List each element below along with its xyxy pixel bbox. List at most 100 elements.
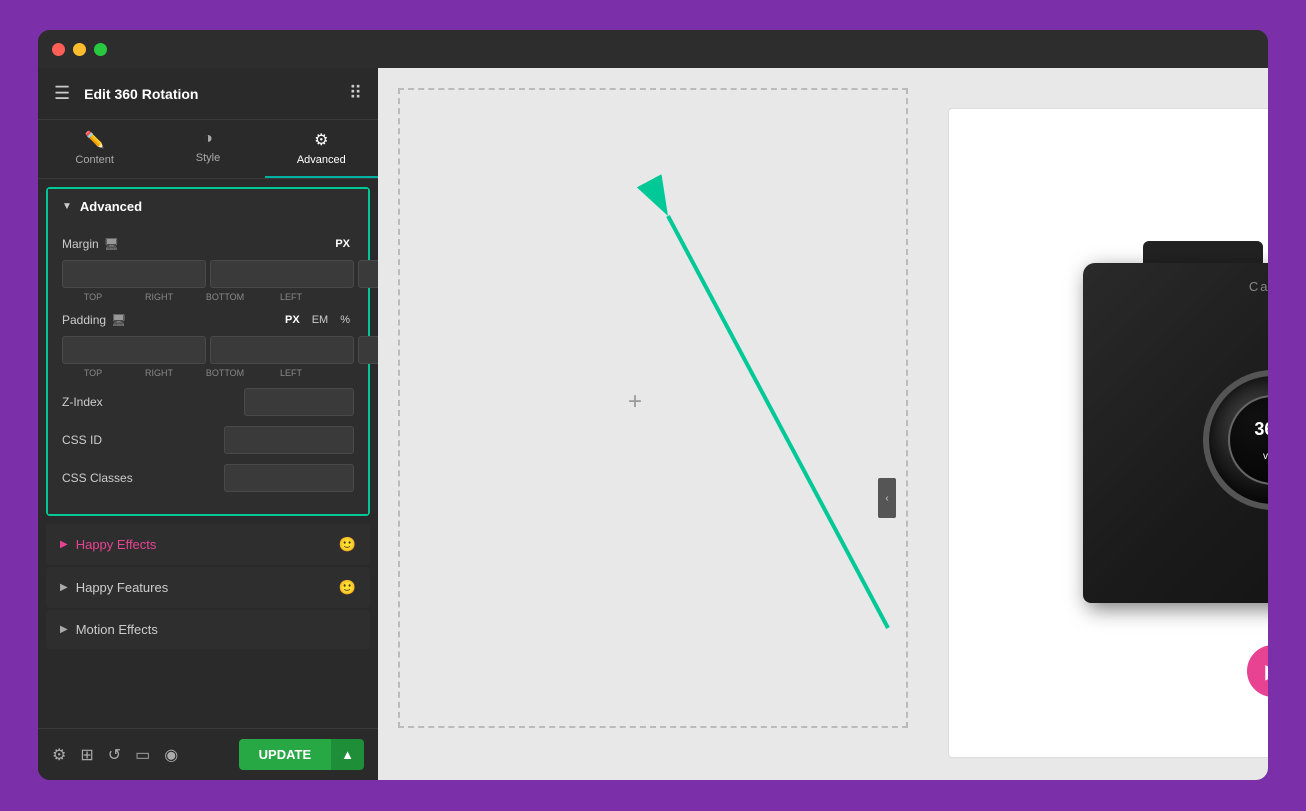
margin-right-label: RIGHT xyxy=(128,292,190,302)
tab-content-label: Content xyxy=(75,154,114,166)
traffic-light-red[interactable] xyxy=(52,43,65,56)
update-arrow-button[interactable]: ▲ xyxy=(331,739,364,770)
z-index-input[interactable] xyxy=(244,388,354,416)
style-tab-icon: ◑ xyxy=(203,130,213,148)
advanced-accordion-title: Advanced xyxy=(80,199,142,214)
content-tab-icon: ✏️ xyxy=(85,130,105,150)
camera-image-area: Canon EOS-1 360° ↻ view Ds Mark II xyxy=(1063,223,1268,643)
advanced-accordion-header[interactable]: ▼ Advanced xyxy=(48,189,368,224)
hamburger-icon[interactable]: ☰ xyxy=(54,83,70,104)
motion-effects-arrow: ▶ xyxy=(60,624,68,635)
padding-inputs: 🔗 xyxy=(62,336,354,364)
margin-labels: TOP RIGHT BOTTOM LEFT xyxy=(62,292,354,302)
sidebar-tabs: ✏️ Content ◑ Style ⚙ Advanced xyxy=(38,120,378,179)
tab-style[interactable]: ◑ Style xyxy=(151,120,264,178)
sidebar-header-left: ☰ Edit 360 Rotation xyxy=(54,83,199,104)
traffic-light-green[interactable] xyxy=(94,43,107,56)
margin-label: Margin 🖥 xyxy=(62,237,119,251)
padding-bottom-input[interactable] xyxy=(358,336,378,364)
happy-effects-icon: 🙂 xyxy=(339,536,356,553)
responsive-icon[interactable]: ▭ xyxy=(135,745,150,765)
motion-effects-title: Motion Effects xyxy=(76,622,158,637)
happy-features-icon: 🙂 xyxy=(339,579,356,596)
play-button[interactable]: ▶ xyxy=(1247,645,1268,697)
history-icon[interactable]: ↺ xyxy=(108,745,121,765)
sidebar: ☰ Edit 360 Rotation ⠿ ✏️ Content ◑ Style… xyxy=(38,68,378,780)
tab-advanced[interactable]: ⚙ Advanced xyxy=(265,120,378,178)
happy-features-arrow: ▶ xyxy=(60,582,68,593)
happy-effects-title: Happy Effects xyxy=(76,537,157,552)
css-id-label: CSS ID xyxy=(62,433,102,447)
tab-content[interactable]: ✏️ Content xyxy=(38,120,151,178)
settings-icon[interactable]: ⚙ xyxy=(52,745,66,765)
css-id-input[interactable] xyxy=(225,434,378,446)
css-classes-input[interactable] xyxy=(225,472,378,484)
sidebar-title: Edit 360 Rotation xyxy=(84,86,198,102)
title-bar xyxy=(38,30,1268,68)
padding-units: PX EM % xyxy=(281,312,354,328)
lens-360-text: 360° xyxy=(1254,419,1268,440)
motion-effects-accordion: ▶ Motion Effects xyxy=(46,610,370,649)
margin-top-label: TOP xyxy=(62,292,124,302)
margin-unit-px[interactable]: PX xyxy=(331,236,354,252)
app-window: ☰ Edit 360 Rotation ⠿ ✏️ Content ◑ Style… xyxy=(38,30,1268,780)
padding-row: Padding 🖥 PX EM % xyxy=(62,312,354,328)
margin-right-input[interactable] xyxy=(210,260,354,288)
padding-top-label: TOP xyxy=(62,368,124,378)
preview-icon[interactable]: ◉ xyxy=(164,745,178,765)
happy-effects-header[interactable]: ▶ Happy Effects 🙂 xyxy=(46,524,370,565)
tab-advanced-label: Advanced xyxy=(297,154,346,166)
padding-top-input[interactable] xyxy=(62,336,206,364)
camera-card: Canon EOS-1 360° ↻ view Ds Mark II xyxy=(948,108,1268,758)
camera-lens: 360° ↻ view xyxy=(1203,370,1268,510)
padding-right-label: RIGHT xyxy=(128,368,190,378)
happy-features-accordion: ▶ Happy Features 🙂 xyxy=(46,567,370,608)
margin-bottom-input[interactable] xyxy=(358,260,378,288)
margin-device-icon: 🖥 xyxy=(104,237,119,251)
padding-right-input[interactable] xyxy=(210,336,354,364)
advanced-accordion-body: Margin 🖥 PX 🔗 TOP RIGHT xyxy=(48,224,368,514)
lens-360-badge: 360° ↻ view xyxy=(1228,395,1268,485)
bottom-bar: ⚙ ⊞ ↺ ▭ ◉ UPDATE ▲ xyxy=(38,728,378,780)
margin-left-label: LEFT xyxy=(260,292,322,302)
happy-features-title: Happy Features xyxy=(76,580,169,595)
margin-inputs: 🔗 xyxy=(62,260,354,288)
lens-view-text: view xyxy=(1263,451,1268,462)
main-layout: ☰ Edit 360 Rotation ⠿ ✏️ Content ◑ Style… xyxy=(38,68,1268,780)
z-index-label: Z-Index xyxy=(62,395,103,409)
margin-row: Margin 🖥 PX xyxy=(62,236,354,252)
accordion-header-left: ▼ Advanced xyxy=(62,199,142,214)
widget-placeholder xyxy=(398,88,908,728)
accordion-arrow-icon: ▼ xyxy=(62,201,72,212)
camera-body: Canon EOS-1 360° ↻ view Ds Mark II xyxy=(1083,263,1268,603)
padding-unit-em[interactable]: EM xyxy=(308,312,333,328)
happy-effects-arrow: ▶ xyxy=(60,539,68,550)
happy-effects-accordion: ▶ Happy Effects 🙂 xyxy=(46,524,370,565)
update-btn-group: UPDATE ▲ xyxy=(239,739,364,770)
css-id-input-group: ☰ xyxy=(224,426,354,454)
traffic-light-yellow[interactable] xyxy=(73,43,86,56)
margin-top-input[interactable] xyxy=(62,260,206,288)
motion-effects-left: ▶ Motion Effects xyxy=(60,622,158,637)
advanced-accordion: ▼ Advanced Margin 🖥 PX xyxy=(46,187,370,516)
update-button[interactable]: UPDATE xyxy=(239,739,331,770)
margin-bottom-label: BOTTOM xyxy=(194,292,256,302)
padding-bottom-label: BOTTOM xyxy=(194,368,256,378)
sidebar-header: ☰ Edit 360 Rotation ⠿ xyxy=(38,68,378,120)
add-section-icon[interactable]: + xyxy=(628,388,642,416)
layers-icon[interactable]: ⊞ xyxy=(80,745,93,765)
content-area: + ‹ Canon EO xyxy=(378,68,1268,780)
css-classes-input-group: ☰ xyxy=(224,464,354,492)
css-classes-row: CSS Classes ☰ xyxy=(62,464,354,492)
motion-effects-header[interactable]: ▶ Motion Effects xyxy=(46,610,370,649)
grid-icon[interactable]: ⠿ xyxy=(349,83,362,104)
padding-unit-percent[interactable]: % xyxy=(336,312,354,328)
padding-unit-px[interactable]: PX xyxy=(281,312,304,328)
happy-features-left: ▶ Happy Features xyxy=(60,580,168,595)
z-index-row: Z-Index xyxy=(62,388,354,416)
camera-brand: Canon xyxy=(1249,279,1268,294)
collapse-panel-button[interactable]: ‹ xyxy=(878,478,896,518)
happy-features-header[interactable]: ▶ Happy Features 🙂 xyxy=(46,567,370,608)
padding-labels: TOP RIGHT BOTTOM LEFT xyxy=(62,368,354,378)
padding-device-icon: 🖥 xyxy=(111,313,126,327)
